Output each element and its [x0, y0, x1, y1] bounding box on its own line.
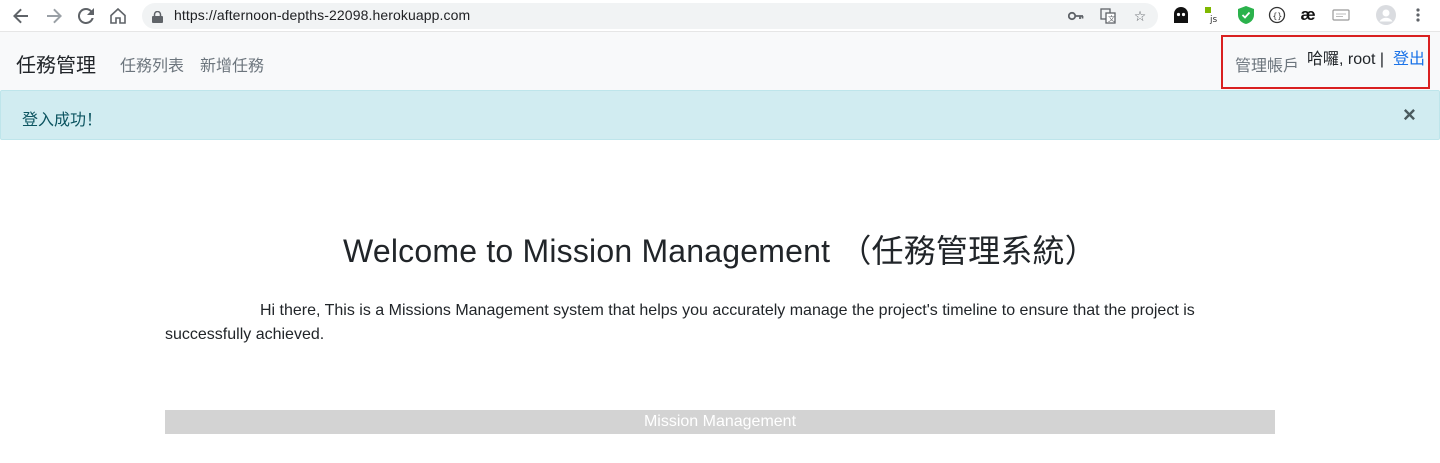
svg-text:js: js [1209, 15, 1218, 24]
browser-toolbar: https://afternoon-depths-22098.herokuapp… [0, 0, 1440, 32]
ghost-extension-icon[interactable] [1171, 5, 1191, 25]
back-arrow-icon[interactable] [9, 4, 33, 28]
login-success-alert: 登入成功！ × [0, 90, 1440, 140]
shield-extension-icon[interactable] [1236, 5, 1256, 25]
user-greeting: 哈囉, root | [1307, 51, 1385, 68]
key-icon[interactable] [1066, 6, 1086, 26]
footer-bar: Mission Management [165, 410, 1275, 434]
nav-link-new-mission[interactable]: 新增任務 [200, 52, 264, 76]
profile-avatar-icon[interactable] [1376, 5, 1396, 25]
reload-icon[interactable] [74, 4, 98, 28]
translate-icon[interactable]: 文 [1098, 6, 1118, 26]
ae-extension-icon[interactable]: æ [1298, 5, 1318, 25]
address-bar[interactable]: https://afternoon-depths-22098.herokuapp… [142, 3, 1158, 29]
lock-icon [152, 10, 163, 23]
navbar-brand[interactable]: 任務管理 [16, 49, 96, 78]
js-extension-icon[interactable]: js [1203, 5, 1223, 25]
svg-text:文: 文 [1108, 14, 1115, 23]
page-description: Hi there, This is a Missions Management … [165, 302, 1195, 343]
ticket-extension-icon[interactable] [1331, 5, 1351, 25]
alert-message: 登入成功！ [22, 112, 103, 129]
home-icon[interactable] [106, 4, 130, 28]
svg-text:{}: {} [1273, 12, 1283, 21]
nav-link-mission-list[interactable]: 任務列表 [120, 52, 184, 76]
star-icon[interactable]: ☆ [1130, 6, 1150, 26]
manage-account-link[interactable]: 管理帳戶 [1235, 52, 1299, 76]
forward-arrow-icon[interactable] [42, 4, 66, 28]
logout-link[interactable]: 登出 [1393, 45, 1425, 69]
close-icon[interactable]: × [1403, 104, 1416, 126]
url-text[interactable]: https://afternoon-depths-22098.herokuapp… [174, 7, 470, 23]
page-title: Welcome to Mission Management （任務管理系統） [343, 233, 1097, 269]
code-extension-icon[interactable]: {} [1267, 5, 1287, 25]
menu-kebab-icon[interactable] [1408, 5, 1428, 25]
